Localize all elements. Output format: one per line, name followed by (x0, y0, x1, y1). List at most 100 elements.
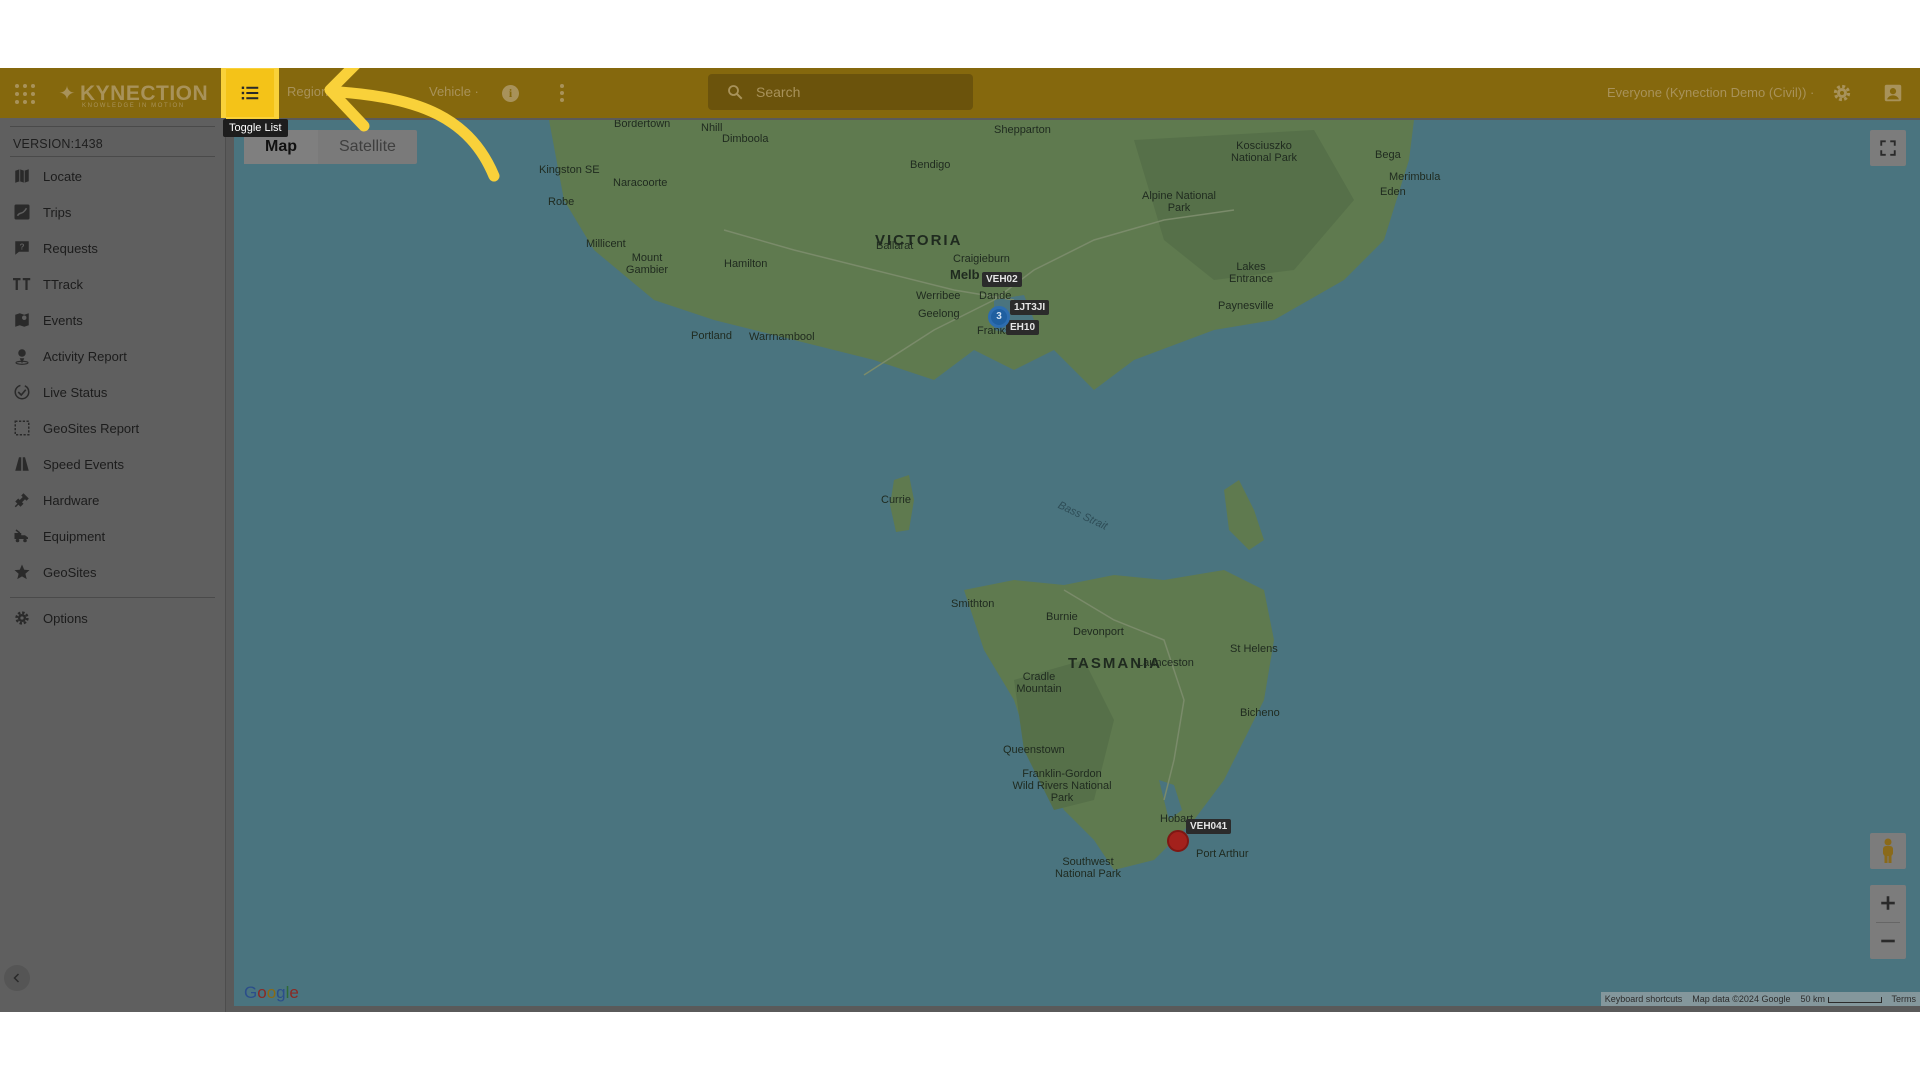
street-view-button[interactable] (1870, 833, 1906, 869)
vehicle-label[interactable]: 1JT3JI (1010, 300, 1050, 315)
sidebar-item-label: Requests (43, 240, 98, 256)
account-box-icon[interactable] (1882, 82, 1904, 104)
place-label: Naracoorte (613, 177, 668, 189)
sidebar-item-trips[interactable]: Trips (0, 195, 225, 229)
sidebar-item-options[interactable]: Options (0, 601, 225, 635)
toggle-list-tooltip: Toggle List (223, 119, 288, 137)
google-logo: Google (244, 983, 299, 1003)
map-scale-label: 50 km (1800, 994, 1825, 1004)
list-icon (241, 86, 259, 100)
more-vert-icon[interactable] (555, 83, 569, 103)
settings-gear-icon[interactable] (1831, 82, 1853, 104)
apps-grid-icon[interactable] (14, 83, 36, 105)
place-label: Geelong (918, 308, 960, 320)
person-pin-icon (12, 346, 32, 366)
place-label: St Helens (1230, 643, 1278, 655)
place-label: Queenstown (1003, 744, 1065, 756)
scale-bar (1827, 996, 1882, 1003)
plus-icon (1881, 896, 1895, 910)
sidebar-item-events[interactable]: Events (0, 303, 225, 337)
request-icon: ? (12, 238, 32, 258)
place-label: Bicheno (1240, 707, 1280, 719)
road-icon (12, 454, 32, 474)
sidebar: VERSION:1438 Locate Trips ? Requests TTr… (0, 118, 226, 1012)
check-circle-icon (12, 382, 32, 402)
toggle-list-button[interactable] (221, 68, 279, 122)
chevron-left-icon (13, 973, 20, 983)
sidebar-item-equipment[interactable]: Equipment (0, 519, 225, 553)
place-label: Paynesville (1218, 300, 1274, 312)
place-label: Devonport (1073, 626, 1124, 638)
place-label: Port Arthur (1196, 848, 1249, 860)
sidebar-item-activity-report[interactable]: Activity Report (0, 339, 225, 373)
place-label: Dimboola (722, 133, 769, 145)
place-label: Kosciuszko National Park (1230, 140, 1298, 164)
collapse-sidebar-button[interactable] (4, 965, 30, 991)
map-pin-icon (12, 310, 32, 330)
place-label: Melb (950, 267, 980, 282)
keyboard-shortcuts-link[interactable]: Keyboard shortcuts (1605, 994, 1683, 1004)
svg-text:?: ? (19, 243, 24, 252)
place-label: Burnie (1046, 611, 1078, 623)
flinders-island (1224, 480, 1264, 550)
top-app-bar: ✦ KYNECTION KNOWLEDGE IN MOTION Toggle L… (0, 68, 1920, 137)
vehicle-cluster-marker[interactable]: 3 (988, 306, 1010, 328)
logo-person-icon: ✦ (58, 83, 76, 105)
place-label: Shepparton (994, 124, 1051, 136)
place-label: Smithton (951, 598, 995, 610)
ttrack-icon (12, 274, 32, 294)
place-label: Eden (1380, 186, 1406, 198)
sidebar-item-label: Live Status (43, 384, 108, 400)
place-label: Currie (881, 494, 911, 506)
sidebar-item-geosites-report[interactable]: GeoSites Report (0, 411, 225, 445)
sidebar-item-live-status[interactable]: Live Status (0, 375, 225, 409)
vehicle-dropdown[interactable]: Vehicle · (429, 84, 479, 99)
fullscreen-button[interactable] (1870, 130, 1906, 166)
app-screen: ✦ KYNECTION KNOWLEDGE IN MOTION Toggle L… (0, 68, 1920, 1012)
vehicle-label[interactable]: VEH02 (982, 272, 1022, 287)
zoom-out-button[interactable] (1870, 923, 1906, 959)
logo-tagline: KNOWLEDGE IN MOTION (82, 103, 185, 109)
zoom-in-button[interactable] (1870, 885, 1906, 921)
minus-icon (1881, 939, 1895, 943)
sidebar-item-requests[interactable]: ? Requests (0, 231, 225, 265)
sidebar-item-label: Events (43, 312, 83, 328)
sidebar-item-hardware[interactable]: Hardware (0, 483, 225, 517)
search-box[interactable] (708, 74, 973, 110)
place-label: Alpine National Park (1142, 190, 1216, 214)
place-label: Nhill (701, 122, 723, 134)
place-label: Merimbula (1389, 171, 1441, 183)
sidebar-item-ttrack[interactable]: TTrack (0, 267, 225, 301)
place-label: Franklin-Gordon Wild Rivers National Par… (1012, 768, 1112, 804)
dashed-square-icon (12, 418, 32, 438)
sidebar-item-label: Locate (43, 168, 83, 184)
region-dropdown[interactable]: Region · (287, 84, 336, 99)
sidebar-item-label: Hardware (43, 492, 100, 508)
place-label: Launceston (1137, 657, 1194, 669)
sidebar-item-locate[interactable]: Locate (0, 159, 225, 193)
place-label: Ballarat (876, 240, 914, 252)
sidebar-item-speed-events[interactable]: Speed Events (0, 447, 225, 481)
sidebar-divider (10, 126, 215, 127)
vehicle-label[interactable]: EH10 (1006, 320, 1040, 335)
account-dropdown[interactable]: Everyone (Kynection Demo (Civil)) · (1607, 85, 1814, 100)
map-type-satellite-button[interactable]: Satellite (318, 130, 417, 164)
google-logo-letter: o (266, 983, 277, 1002)
kynection-logo: ✦ KYNECTION KNOWLEDGE IN MOTION (56, 81, 208, 109)
map-icon (12, 166, 32, 186)
place-label: Mount Gambier (625, 252, 669, 276)
sidebar-item-geosites[interactable]: GeoSites (0, 555, 225, 589)
place-label: Kingston SE (539, 164, 600, 176)
vehicle-label[interactable]: VEH041 (1186, 819, 1232, 834)
place-label: Bordertown (614, 120, 671, 130)
terms-link[interactable]: Terms (1892, 994, 1917, 1004)
truck-icon (12, 526, 32, 546)
sidebar-item-label: TTrack (43, 276, 83, 292)
sidebar-item-label: Equipment (43, 528, 106, 544)
search-input[interactable] (756, 84, 956, 100)
fullscreen-icon (1880, 140, 1896, 156)
map-data-credit: Map data ©2024 Google (1692, 994, 1791, 1004)
route-icon (12, 202, 32, 222)
map-view[interactable]: VICTORIA TASMANIA Bordertown Nhill Dimbo… (234, 120, 1920, 1006)
info-icon[interactable]: i (502, 85, 519, 102)
